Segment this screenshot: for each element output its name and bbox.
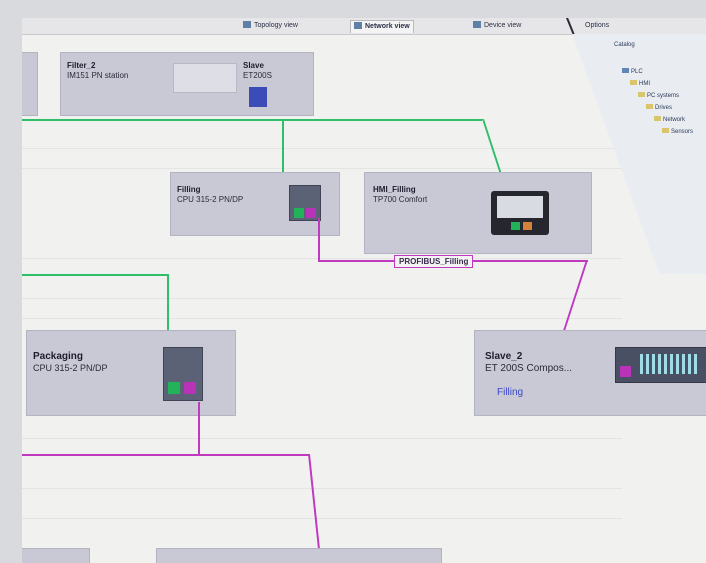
device-box-filter2[interactable]: Filter_2 IM151 PN station Slave ET200S [60,52,314,116]
device-type: TP700 Comfort [373,195,428,204]
tab-device-view[interactable]: Device view [470,20,524,32]
et200s-module-icon [615,347,706,383]
cpu-module-icon [289,185,321,221]
device-name: Packaging [33,351,84,362]
device-type: IM151 PN station [67,71,129,80]
catalog-item[interactable]: Network [654,116,685,123]
profibus-line[interactable] [22,454,310,456]
catalog-item[interactable]: PLC [622,68,643,75]
profinet-line[interactable] [22,274,167,276]
profinet-port-icon[interactable] [511,222,520,230]
grid-line [22,148,622,149]
grid-line [22,258,622,259]
device-box-partial[interactable] [156,548,442,563]
cpu-module-icon [163,347,203,401]
tab-network-view[interactable]: Network view [350,20,414,33]
device-box-packaging[interactable]: Packaging CPU 315-2 PN/DP [26,330,236,416]
subdevice-type: ET200S [243,71,272,80]
profibus-port-icon[interactable] [620,366,631,377]
device-type: ET 200S Compos... [485,363,573,374]
profibus-line[interactable] [308,454,322,563]
folder-icon [662,128,669,133]
profibus-line[interactable] [198,402,200,454]
grid-line [22,438,622,439]
profibus-port-icon[interactable] [184,382,196,394]
catalog-item[interactable]: Drives [646,104,672,111]
folder-icon [654,116,661,121]
profibus-network-label[interactable]: PROFIBUS_Filling [394,255,474,268]
folder-icon [638,92,645,97]
folder-icon [630,80,637,85]
profibus-line[interactable] [318,218,320,260]
device-type: CPU 315-2 PN/DP [177,195,244,204]
grid-line [22,518,622,519]
grid-line [22,298,622,299]
grid-line [22,488,622,489]
screenshot-frame: Topology view Network view Device view O… [0,0,706,563]
folder-icon [622,68,629,73]
device-box-partial[interactable] [22,52,38,116]
device-box-slave2[interactable]: Slave_2 ET 200S Compos... Filling [474,330,706,416]
device-name: HMI_Filling [373,185,416,194]
device-name: Filling [177,185,201,194]
io-module-strip [640,354,700,374]
hmi-port-icon[interactable] [523,222,532,230]
catalog-item[interactable]: HMI [630,80,650,87]
master-link[interactable]: Filling [497,387,523,398]
catalog-item[interactable]: PC systems [638,92,679,99]
profinet-port-icon[interactable] [168,382,180,394]
subdevice-name: Slave [243,61,264,70]
device-type: CPU 315-2 PN/DP [33,363,108,373]
topology-icon [243,21,251,28]
device-name: Slave_2 [485,351,523,362]
device-icon [473,21,481,28]
tab-topology-view[interactable]: Topology view [240,20,301,32]
folder-icon [646,104,653,109]
network-icon [354,22,362,29]
device-name: Filter_2 [67,61,96,70]
device-box-filling[interactable]: Filling CPU 315-2 PN/DP [170,172,340,236]
catalog-header: Catalog [614,42,635,48]
view-tab-bar: Topology view Network view Device view O… [22,18,706,35]
profinet-port-icon[interactable] [294,208,304,218]
hmi-screen [497,196,543,218]
grid-line [22,318,622,319]
catalog-item[interactable]: Sensors [662,128,693,135]
grid-line [22,168,622,169]
device-box-partial[interactable] [22,548,90,563]
network-editor: Topology view Network view Device view O… [22,18,706,563]
network-module-icon [249,87,267,107]
device-image [173,63,237,93]
profibus-port-icon[interactable] [306,208,316,218]
device-box-hmi[interactable]: HMI_Filling TP700 Comfort [364,172,592,254]
profinet-line[interactable] [22,119,482,121]
tab-options[interactable]: Options [582,20,612,32]
hmi-panel-icon [491,191,549,235]
